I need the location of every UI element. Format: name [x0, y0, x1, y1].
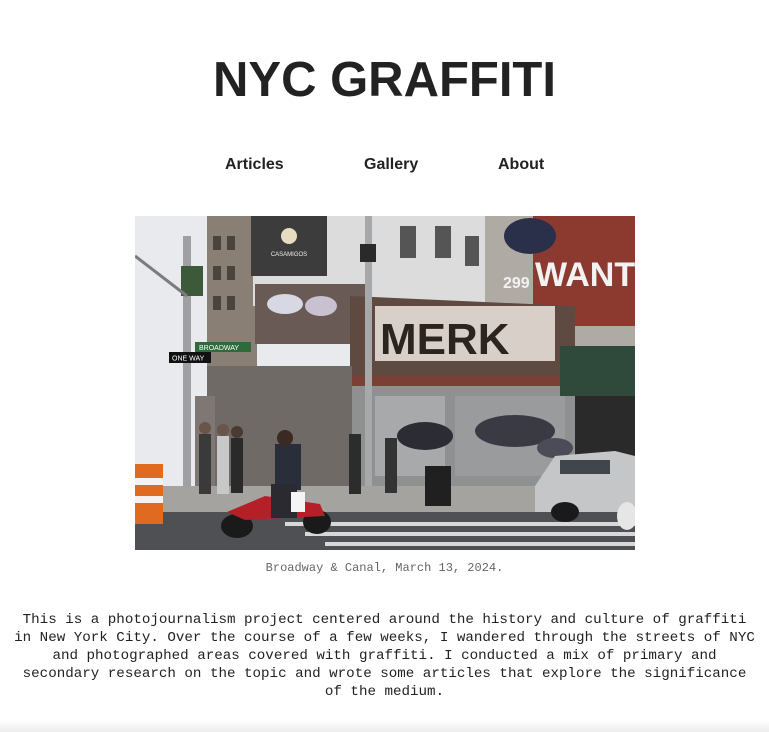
bottom-fade — [0, 720, 769, 732]
one-way-sign: ONE WAY — [172, 356, 205, 363]
photo-caption: Broadway & Canal, March 13, 2024. — [265, 561, 504, 575]
graffiti-tag-number: 299 — [503, 275, 530, 292]
billboard-text: CASAMIGOS — [271, 252, 307, 258]
intro-paragraph: This is a photojournalism project center… — [14, 612, 755, 700]
street-sign-broadway: BROADWAY — [199, 345, 239, 352]
main-nav: Articles Gallery About — [0, 156, 769, 178]
graffiti-tag-want: WANT — [535, 256, 635, 294]
hero-photo: CASAMIGOS WANT 299 MERK BROADWAY ONE WAY — [135, 216, 635, 550]
nav-link-about[interactable]: About — [498, 156, 544, 174]
nav-link-gallery[interactable]: Gallery — [364, 156, 418, 174]
nav-link-articles[interactable]: Articles — [225, 156, 284, 174]
site-title: NYC GRAFFITI — [213, 53, 556, 107]
graffiti-tag-merk: MERK — [380, 315, 510, 364]
